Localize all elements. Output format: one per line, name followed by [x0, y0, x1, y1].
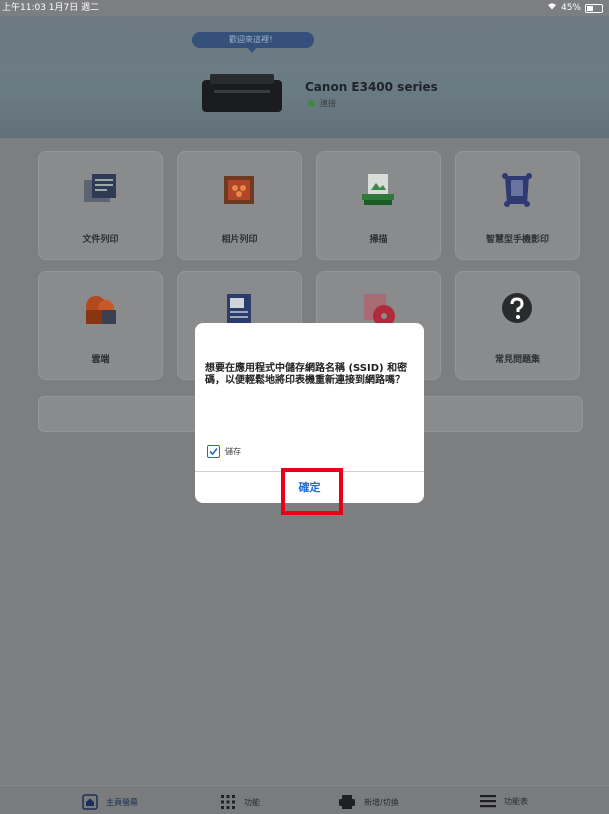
tile-label: 掃描 — [369, 235, 388, 245]
tile-smartphone-copy[interactable]: 智慧型手機影印 — [455, 151, 580, 260]
tile-label: 相片列印 — [221, 235, 258, 245]
faq-icon — [497, 290, 537, 330]
tile-label: 文件列印 — [82, 235, 119, 245]
checkmark-icon — [209, 447, 218, 456]
status-time: 上午11:03 1月7日 週二 — [2, 3, 100, 13]
wifi-icon — [547, 0, 557, 16]
tab-menu[interactable]: 功能表 — [480, 794, 528, 808]
photo-print-icon — [219, 170, 259, 210]
save-checkbox-row[interactable]: 儲存 — [207, 445, 241, 458]
printer-name: Canon E3400 series — [305, 80, 438, 94]
tab-home[interactable]: 主頁螢幕 — [82, 794, 138, 810]
status-right: 45% — [547, 0, 603, 16]
battery-percent: 45% — [560, 3, 581, 13]
tile-scan[interactable]: 掃描 — [316, 151, 441, 260]
tile-label: 常見問題集 — [494, 355, 540, 365]
tile-document-print[interactable]: 文件列印 — [38, 151, 163, 260]
dialog-message: 想要在應用程式中儲存網路名稱 (SSID) 和密碼，以便輕鬆地將印表機重新連接到… — [205, 363, 408, 386]
battery-icon — [585, 3, 603, 13]
printer-header[interactable]: 歡迎來這裡！ Canon E3400 series 連接 — [0, 16, 609, 138]
highlight-box — [281, 468, 343, 515]
smartphone-copy-icon — [497, 170, 537, 210]
tile-faq[interactable]: 常見問題集 — [455, 271, 580, 380]
save-checkbox-label: 儲存 — [225, 447, 241, 456]
tab-label: 功能 — [244, 797, 260, 807]
tab-functions[interactable]: 功能 — [220, 794, 260, 810]
scan-icon — [358, 170, 398, 210]
tab-label: 新增/切換 — [364, 797, 399, 807]
tile-cloud[interactable]: 雲端 — [38, 271, 163, 380]
tab-add-switch[interactable]: 新增/切換 — [338, 794, 399, 810]
printer-image — [200, 66, 284, 114]
printer-status: 連接 — [308, 98, 336, 109]
tab-label: 主頁螢幕 — [106, 797, 138, 807]
home-icon — [82, 794, 98, 810]
tile-label: 雲端 — [91, 355, 110, 365]
printer-status-label: 連接 — [320, 99, 336, 108]
cloud-icon — [80, 290, 120, 330]
welcome-banner: 歡迎來這裡！ — [192, 32, 314, 53]
tile-photo-print[interactable]: 相片列印 — [177, 151, 302, 260]
save-checkbox[interactable] — [207, 445, 220, 458]
tile-label: 智慧型手機影印 — [485, 235, 549, 245]
printer-icon — [339, 795, 355, 809]
connected-dot-icon — [308, 100, 315, 107]
menu-icon — [480, 795, 496, 808]
document-print-icon — [80, 170, 120, 210]
tab-label: 功能表 — [504, 796, 528, 806]
bottom-tab-bar: 主頁螢幕 功能 新增/切換 功能表 — [0, 785, 609, 814]
status-bar: 上午11:03 1月7日 週二 45% — [0, 0, 609, 16]
grid-icon — [221, 795, 235, 809]
